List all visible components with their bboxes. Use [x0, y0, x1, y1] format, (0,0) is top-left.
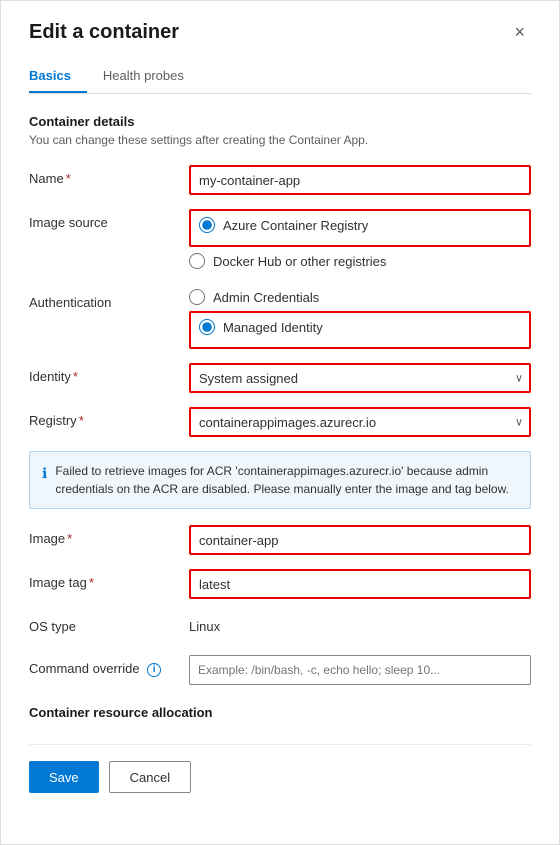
info-box-icon: ℹ [42, 463, 47, 484]
registry-label: Registry* [29, 407, 189, 428]
tab-health-probes[interactable]: Health probes [103, 60, 200, 93]
info-box-text: Failed to retrieve images for ACR 'conta… [55, 462, 518, 498]
os-type-row: OS type Linux [29, 613, 531, 641]
managed-identity-highlight-group: Managed Identity [189, 311, 531, 349]
image-tag-label: Image tag* [29, 569, 189, 590]
admin-radio[interactable] [189, 289, 205, 305]
registry-select[interactable]: containerappimages.azurecr.io [189, 407, 531, 437]
authentication-control: Admin Credentials Managed Identity [189, 289, 531, 349]
dockerhub-option[interactable]: Docker Hub or other registries [189, 253, 531, 269]
authentication-label: Authentication [29, 289, 189, 310]
os-type-value: Linux [189, 613, 531, 634]
command-override-info-icon[interactable]: i [147, 663, 161, 677]
command-override-control [189, 655, 531, 685]
admin-credentials-option[interactable]: Admin Credentials [189, 289, 531, 305]
registry-row: Registry* containerappimages.azurecr.io … [29, 407, 531, 437]
name-row: Name* [29, 165, 531, 195]
edit-container-dialog: Edit a container × Basics Health probes … [0, 0, 560, 845]
resource-section-title: Container resource allocation [29, 705, 531, 720]
image-label: Image* [29, 525, 189, 546]
name-input[interactable] [189, 165, 531, 195]
footer: Save Cancel [29, 744, 531, 793]
dialog-header: Edit a container × [29, 21, 531, 44]
identity-control: System assigned ∨ [189, 363, 531, 393]
registry-control: containerappimages.azurecr.io ∨ [189, 407, 531, 437]
image-source-highlight-group: Azure Container Registry [189, 209, 531, 247]
managed-identity-option[interactable]: Managed Identity [199, 319, 521, 335]
image-tag-input[interactable] [189, 569, 531, 599]
image-source-label: Image source [29, 209, 189, 230]
identity-select[interactable]: System assigned [189, 363, 531, 393]
dockerhub-radio[interactable] [189, 253, 205, 269]
section-subtitle: You can change these settings after crea… [29, 133, 531, 147]
image-row: Image* [29, 525, 531, 555]
info-box: ℹ Failed to retrieve images for ACR 'con… [29, 451, 531, 509]
command-override-row: Command override i [29, 655, 531, 685]
resource-section-divider: Container resource allocation [29, 705, 531, 720]
acr-option[interactable]: Azure Container Registry [199, 217, 521, 233]
save-button[interactable]: Save [29, 761, 99, 793]
tab-bar: Basics Health probes [29, 60, 531, 94]
name-label: Name* [29, 165, 189, 186]
os-type-label: OS type [29, 613, 189, 634]
identity-select-wrapper: System assigned ∨ [189, 363, 531, 393]
tab-basics[interactable]: Basics [29, 60, 87, 93]
image-source-control: Azure Container Registry Docker Hub or o… [189, 209, 531, 275]
name-control [189, 165, 531, 195]
close-button[interactable]: × [508, 21, 531, 43]
image-input[interactable] [189, 525, 531, 555]
image-tag-row: Image tag* [29, 569, 531, 599]
section-title: Container details [29, 114, 531, 129]
command-override-label: Command override i [29, 655, 189, 677]
identity-label: Identity* [29, 363, 189, 384]
image-control [189, 525, 531, 555]
acr-radio[interactable] [199, 217, 215, 233]
cancel-button[interactable]: Cancel [109, 761, 191, 793]
identity-row: Identity* System assigned ∨ [29, 363, 531, 393]
registry-select-wrapper: containerappimages.azurecr.io ∨ [189, 407, 531, 437]
command-override-input[interactable] [189, 655, 531, 685]
dialog-title: Edit a container [29, 21, 179, 44]
managed-radio[interactable] [199, 319, 215, 335]
authentication-row: Authentication Admin Credentials Managed… [29, 289, 531, 349]
image-tag-control [189, 569, 531, 599]
image-source-row: Image source Azure Container Registry Do… [29, 209, 531, 275]
